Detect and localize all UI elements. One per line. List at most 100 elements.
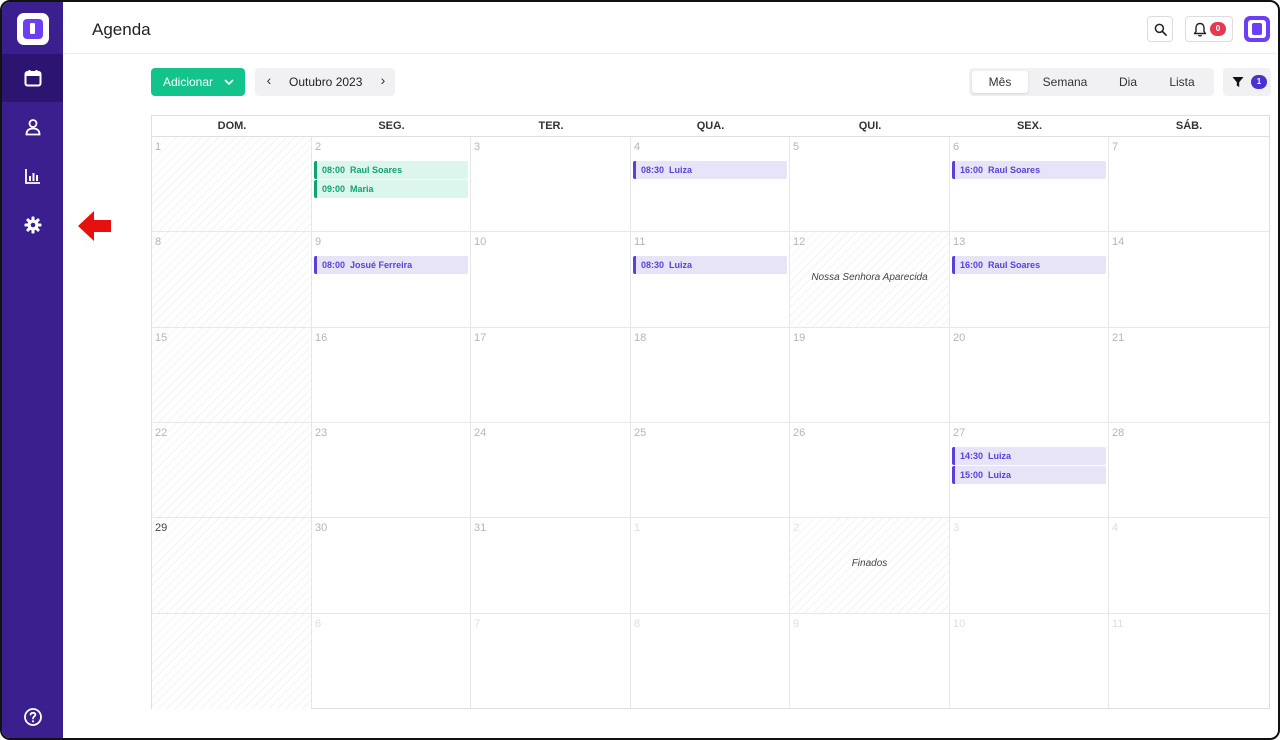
day-cell[interactable]: 6 — [312, 613, 471, 709]
day-number: 3 — [474, 141, 481, 153]
search-button[interactable] — [1147, 16, 1173, 42]
view-month-button[interactable]: Mês — [972, 71, 1028, 93]
app-logo[interactable] — [17, 13, 49, 45]
day-cell[interactable]: 14 — [1109, 232, 1269, 328]
day-cell[interactable]: 4 08:30 Luiza — [631, 137, 790, 233]
view-day-button[interactable]: Dia — [1104, 71, 1152, 93]
event-title: Maria — [350, 184, 374, 194]
day-cell[interactable]: 9 — [790, 613, 950, 709]
calendar-event[interactable]: 08:00 Raul Soares — [314, 161, 468, 179]
day-cell[interactable]: 1 — [631, 518, 790, 614]
day-number: 8 — [155, 236, 162, 249]
day-number: 22 — [155, 426, 168, 439]
day-number: 1 — [634, 522, 641, 535]
bar-chart-icon — [24, 169, 40, 184]
day-cell[interactable]: 8 — [631, 613, 790, 709]
sidebar-item-reports[interactable] — [2, 152, 63, 200]
add-button[interactable]: Adicionar — [151, 68, 245, 96]
help-icon[interactable] — [23, 707, 43, 727]
calendar-event[interactable]: 08:00 Josué Ferreira — [314, 256, 468, 275]
sidebar-item-settings[interactable] — [2, 201, 63, 249]
day-number: 18 — [634, 331, 647, 344]
weekday-header-cell: DOM. — [217, 120, 247, 132]
day-cell[interactable]: 19 — [790, 327, 950, 423]
day-cell[interactable]: 8 — [152, 232, 312, 328]
calendar-event[interactable]: 16:00 Raul Soares — [952, 161, 1106, 179]
day-cell[interactable]: 10 — [471, 232, 631, 328]
day-cell[interactable]: 7 — [1109, 137, 1269, 233]
day-cell[interactable]: 4 — [1109, 518, 1269, 614]
day-cell[interactable]: 16 — [312, 327, 471, 423]
day-number: 4 — [634, 141, 641, 153]
day-cell[interactable]: 21 — [1109, 328, 1269, 423]
event-title: Luiza — [988, 469, 1012, 480]
day-number: 6 — [953, 141, 960, 153]
user-avatar[interactable] — [1244, 16, 1270, 42]
view-week-button[interactable]: Semana — [1035, 71, 1095, 93]
day-cell[interactable]: 28 — [1109, 423, 1269, 519]
day-number: 7 — [474, 617, 481, 630]
day-cell[interactable]: 7 — [471, 613, 631, 709]
weekday-header-cell: SEG. — [378, 120, 405, 132]
calendar-event[interactable]: 14:30 Luiza — [952, 446, 1106, 465]
day-cell[interactable]: 26 — [790, 422, 950, 519]
day-cell[interactable]: 31 — [471, 518, 631, 614]
top-bar — [63, 2, 1278, 54]
filter-icon — [1232, 77, 1244, 87]
day-number: 10 — [474, 236, 487, 249]
sidebar-item-clients[interactable] — [2, 103, 63, 151]
day-cell[interactable] — [152, 613, 312, 709]
view-list-button[interactable]: Lista — [1156, 71, 1208, 93]
sidebar-item-calendar[interactable] — [2, 54, 63, 102]
day-cell[interactable]: 10 — [950, 613, 1109, 709]
day-number: 25 — [634, 426, 647, 439]
filter-button[interactable]: 1 — [1223, 68, 1271, 96]
bell-icon — [1193, 22, 1207, 37]
day-cell[interactable]: 5 — [790, 137, 950, 233]
day-number: 10 — [953, 617, 966, 630]
day-cell[interactable]: 12 Nossa Senhora Aparecida — [790, 232, 950, 328]
day-cell[interactable]: 25 — [631, 422, 790, 519]
notifications-button[interactable]: 0 — [1185, 16, 1233, 42]
day-cell[interactable]: 9 08:00 Josué Ferreira — [312, 232, 471, 328]
gear-icon — [24, 216, 41, 234]
sidebar — [2, 2, 63, 738]
day-number: 2 — [793, 522, 800, 535]
day-cell[interactable]: 22 — [152, 422, 312, 519]
day-cell[interactable]: 17 — [471, 327, 631, 423]
calendar-event[interactable]: 08:30 Luiza — [633, 161, 787, 179]
add-button-label: Adicionar — [163, 75, 214, 89]
day-cell[interactable]: 30 — [312, 518, 471, 614]
day-number: 3 — [953, 522, 960, 535]
prev-month-button[interactable]: ‹ — [261, 72, 277, 92]
day-cell[interactable]: 15 — [152, 327, 312, 423]
day-cell[interactable]: 3 — [471, 137, 631, 233]
calendar-event[interactable]: 16:00 Raul Soares — [952, 256, 1106, 275]
day-cell[interactable]: 29 — [152, 518, 312, 614]
day-cell[interactable]: 2 Finados — [790, 518, 950, 614]
day-cell[interactable]: 27 14:30 Luiza 15:00 Luiza — [950, 422, 1109, 519]
day-number: 28 — [1112, 426, 1125, 439]
day-cell[interactable]: 13 16:00 Raul Soares — [950, 232, 1109, 328]
day-cell[interactable]: 11 — [1109, 614, 1269, 709]
day-cell[interactable]: 11 08:30 Luiza — [631, 232, 790, 328]
calendar-event[interactable]: 09:00 Maria — [314, 180, 468, 198]
day-cell[interactable]: 24 — [471, 422, 631, 519]
calendar-event[interactable]: 15:00 Luiza — [952, 465, 1106, 484]
day-cell[interactable]: 23 — [312, 422, 471, 519]
event-time: 16:00 — [960, 260, 984, 271]
month-navigator: ‹ Outubro 2023 › — [255, 68, 395, 96]
calendar-event[interactable]: 08:30 Luiza — [633, 256, 787, 275]
filter-count-badge: 1 — [1251, 75, 1267, 89]
day-cell[interactable]: 6 16:00 Raul Soares — [950, 137, 1109, 233]
day-cell[interactable]: 1 — [152, 137, 312, 233]
next-month-button[interactable]: › — [375, 72, 391, 92]
day-cell[interactable]: 20 — [950, 327, 1109, 423]
day-number: 11 — [634, 236, 646, 249]
red-arrow-pointer — [78, 211, 111, 241]
day-cell[interactable]: 2 08:00 Raul Soares 09:00 Maria — [312, 137, 471, 233]
day-number: 6 — [315, 617, 322, 630]
view-switcher: Mês Semana Dia Lista — [969, 68, 1214, 96]
day-cell[interactable]: 18 — [631, 327, 790, 423]
day-cell[interactable]: 3 — [950, 518, 1109, 614]
